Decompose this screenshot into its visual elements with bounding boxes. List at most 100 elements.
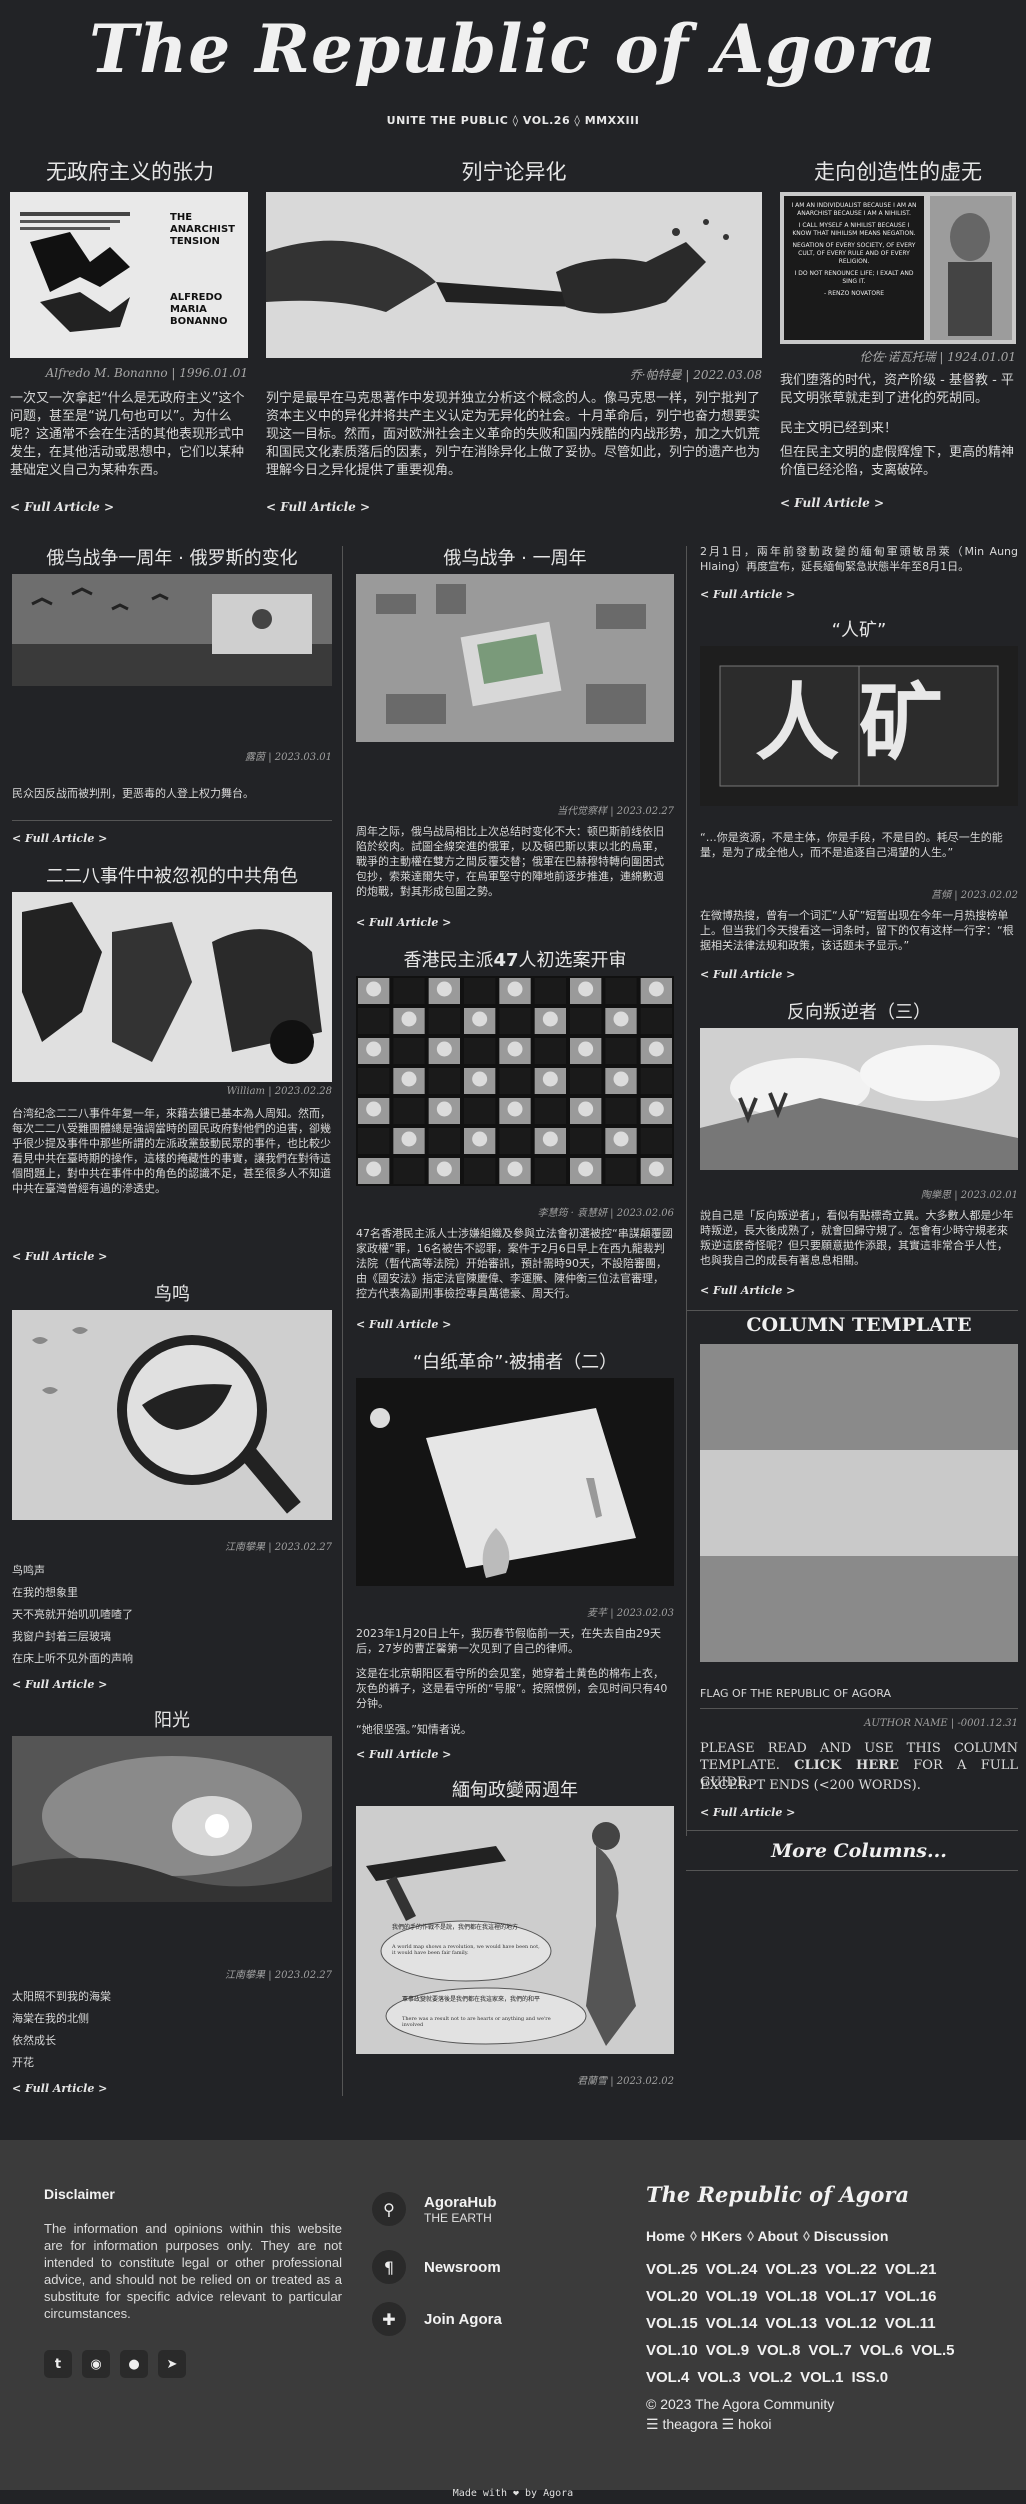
full-article-link[interactable]: < Full Article > — [700, 588, 795, 601]
volume-link[interactable]: VOL.20 — [646, 2284, 698, 2310]
article-title-creative-nothing[interactable]: 走向创造性的虚无 — [780, 156, 1016, 186]
article-title[interactable]: 俄乌战争 · 一周年 — [356, 544, 674, 570]
nav-link-discussion[interactable]: Discussion — [814, 2228, 889, 2244]
volume-link[interactable]: VOL.10 — [646, 2338, 698, 2364]
article-image-anarchist-tension[interactable]: THE ANARCHIST TENSION ALFREDO MARIA BONA… — [10, 192, 248, 358]
volume-link[interactable]: VOL.25 — [646, 2257, 698, 2283]
site-footer: Disclaimer The information and opinions … — [0, 2140, 1026, 2490]
portrait-cell — [534, 1038, 566, 1064]
volume-link[interactable]: VOL.9 — [706, 2338, 749, 2364]
portrait-cell — [393, 1128, 425, 1154]
volume-link[interactable]: VOL.4 — [646, 2365, 689, 2391]
article-image[interactable] — [12, 1310, 332, 1520]
footer-nav-agorahub[interactable]: ⚲ AgoraHub THE EARTH — [372, 2192, 497, 2226]
title-part: 香港民主派 — [403, 950, 494, 971]
volume-link[interactable]: VOL.8 — [757, 2338, 800, 2364]
community-links[interactable]: ☰ theagora ☰ hokoi — [646, 2416, 772, 2433]
volume-link[interactable]: VOL.14 — [706, 2311, 758, 2337]
volume-link[interactable]: VOL.11 — [885, 2311, 936, 2337]
full-article-link[interactable]: < Full Article > — [700, 968, 795, 981]
article-title[interactable]: “人矿” — [700, 616, 1018, 642]
volume-link[interactable]: VOL.18 — [765, 2284, 817, 2310]
full-article-link[interactable]: < Full Article > — [356, 916, 451, 929]
article-title[interactable]: 反向叛逆者（三） — [700, 998, 1018, 1024]
article-excerpt: 台湾纪念二二八事件年复一年，來藉去鏤已基本為人周知。然而，每次二二八受難團體總是… — [12, 1107, 331, 1195]
nav-link-hkers[interactable]: HKers — [701, 2228, 742, 2244]
footer-brand[interactable]: The Republic of Agora — [646, 2182, 909, 2207]
volume-link[interactable]: VOL.13 — [765, 2311, 817, 2337]
article-image[interactable]: 人矿 — [700, 646, 1018, 806]
full-article-link[interactable]: < Full Article > — [12, 1250, 107, 1263]
article-title[interactable]: 俄乌战争一周年 · 俄罗斯的变化 — [12, 544, 332, 570]
column-divider — [686, 546, 687, 1836]
article-image[interactable] — [356, 1378, 674, 1586]
article-image[interactable] — [700, 1028, 1018, 1170]
article-image[interactable] — [356, 574, 674, 742]
article-caption: AUTHOR NAME | -0001.12.31 — [864, 1718, 1018, 1729]
volume-links: VOL.25 VOL.24 VOL.23 VOL.22 VOL.21 VOL.20 VOL… — [646, 2256, 1016, 2391]
article-caption: 伦佐·诺瓦托瑞 | 1924.01.01 — [859, 350, 1016, 364]
volume-link[interactable]: VOL.1 — [800, 2365, 843, 2391]
nav-link-home[interactable]: Home — [646, 2228, 685, 2244]
article-image-lenin-alienation[interactable] — [266, 192, 762, 358]
full-article-link[interactable]: < Full Article > — [10, 500, 114, 514]
volume-link[interactable]: VOL.21 — [885, 2257, 937, 2283]
article-title[interactable]: 鸟鸣 — [12, 1280, 332, 1306]
nav-link-about[interactable]: About — [757, 2228, 797, 2244]
volume-link[interactable]: VOL.3 — [697, 2365, 740, 2391]
full-article-link[interactable]: < Full Article > — [700, 1284, 795, 1297]
article-title[interactable]: “白纸革命”·被捕者（二） — [356, 1348, 674, 1374]
volume-link[interactable]: VOL.24 — [706, 2257, 758, 2283]
full-article-link[interactable]: < Full Article > — [12, 832, 107, 845]
volume-link[interactable]: VOL.5 — [911, 2338, 954, 2364]
full-article-link[interactable]: < Full Article > — [700, 1806, 795, 1819]
article-caption: 江南攀果 | 2023.02.27 — [225, 1542, 332, 1553]
full-article-link[interactable]: < Full Article > — [356, 1318, 451, 1331]
full-article-link[interactable]: < Full Article > — [356, 1748, 451, 1761]
book-author-text: ALFREDO MARIA BONANNO — [170, 292, 228, 327]
article-title[interactable]: 阳光 — [12, 1706, 332, 1732]
volume-link[interactable]: VOL.19 — [706, 2284, 758, 2310]
volume-link[interactable]: VOL.22 — [825, 2257, 877, 2283]
article-caption: 莒傾 | 2023.02.02 — [931, 890, 1018, 901]
click-here-link[interactable]: CLICK HERE — [794, 1758, 899, 1773]
full-article-link[interactable]: < Full Article > — [12, 1678, 107, 1691]
volume-link[interactable]: VOL.16 — [885, 2284, 937, 2310]
more-columns-link[interactable]: More Columns... — [700, 1840, 1018, 1862]
footer-nav-label[interactable]: Join Agora — [424, 2311, 502, 2328]
footer-nav-newsroom[interactable]: ¶ Newsroom — [372, 2250, 501, 2284]
twitter-icon[interactable]: t — [44, 2350, 72, 2378]
volume-link[interactable]: VOL.15 — [646, 2311, 698, 2337]
reddit-icon[interactable]: ● — [120, 2350, 148, 2378]
volume-link[interactable]: ISS.0 — [851, 2365, 888, 2391]
volume-link[interactable]: VOL.6 — [860, 2338, 903, 2364]
volume-link[interactable]: VOL.7 — [808, 2338, 851, 2364]
portrait-cell — [358, 1098, 390, 1124]
github-icon[interactable]: ◉ — [82, 2350, 110, 2378]
article-title[interactable]: 緬甸政變兩週年 — [356, 1776, 674, 1802]
article-image-creative-nothing[interactable]: I AM AN INDIVIDUALIST BECAUSE I AM AN AN… — [780, 192, 1016, 344]
article-title-lenin-alienation[interactable]: 列宁论异化 — [266, 156, 762, 186]
footer-nav-label[interactable]: Newsroom — [424, 2259, 501, 2276]
full-article-link[interactable]: < Full Article > — [12, 2082, 107, 2095]
telegram-icon[interactable]: ➤ — [158, 2350, 186, 2378]
article-image[interactable]: 我們的手的作戰不是說，我們都在我這裡的地方 A world map shows … — [356, 1806, 674, 2054]
article-title[interactable]: 二二八事件中被忽视的中共角色 — [12, 862, 332, 888]
volume-link[interactable]: VOL.12 — [825, 2311, 877, 2337]
article-image[interactable] — [12, 574, 332, 686]
poem-line: 海棠在我的北侧 — [12, 2012, 89, 2025]
article-image[interactable] — [12, 1736, 332, 1902]
volume-link[interactable]: VOL.2 — [749, 2365, 792, 2391]
volume-link[interactable]: VOL.17 — [825, 2284, 877, 2310]
article-image[interactable] — [356, 976, 674, 1186]
site-title[interactable]: The Republic of Agora — [0, 10, 1026, 88]
footer-nav-label[interactable]: AgoraHub — [424, 2194, 497, 2211]
article-title-anarchist-tension[interactable]: 无政府主义的张力 — [10, 156, 250, 186]
full-article-link[interactable]: < Full Article > — [266, 500, 370, 514]
full-article-link[interactable]: < Full Article > — [780, 496, 884, 510]
article-title[interactable]: 香港民主派47人初选案开审 — [356, 946, 674, 972]
column-template-title[interactable]: COLUMN TEMPLATE — [700, 1314, 1018, 1336]
volume-link[interactable]: VOL.23 — [765, 2257, 817, 2283]
article-image[interactable] — [12, 892, 332, 1082]
footer-nav-join[interactable]: ✚ Join Agora — [372, 2302, 502, 2336]
